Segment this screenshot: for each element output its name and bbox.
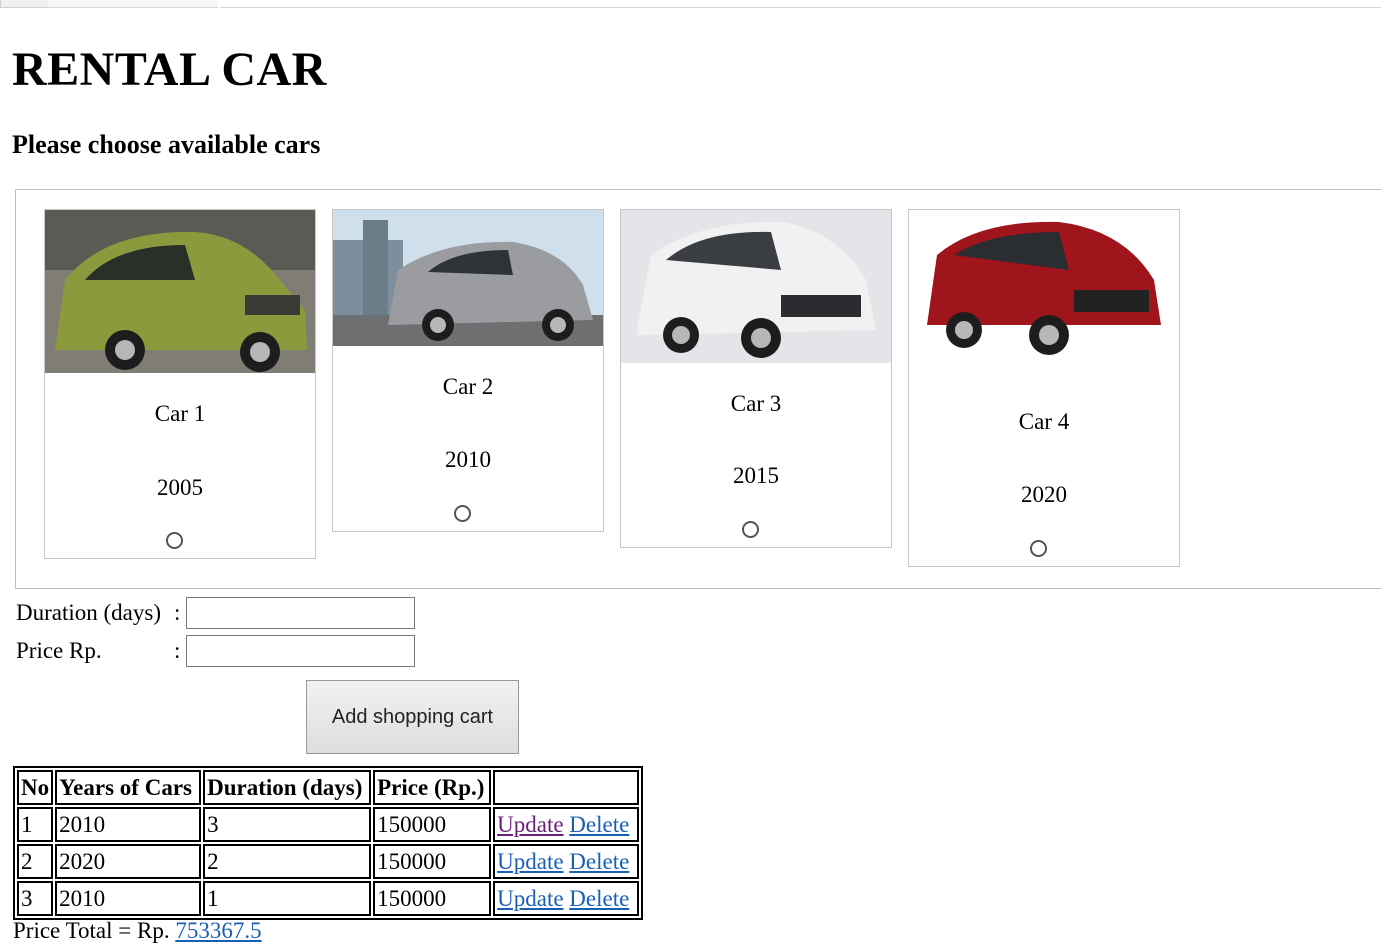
cell-duration: 1 — [203, 881, 372, 916]
cell-price: 150000 — [373, 844, 492, 879]
car-4-year: 2020 — [1021, 482, 1067, 507]
car-2-photo — [333, 210, 603, 346]
car-1-name: Car 1 — [154, 401, 206, 426]
car-card-3[interactable]: Car 3 2015 — [620, 209, 892, 548]
car-3-name: Car 3 — [730, 391, 782, 416]
car-4-name: Car 4 — [1018, 409, 1070, 434]
browser-tab[interactable] — [0, 0, 50, 8]
duration-label: Duration (days) — [16, 600, 161, 625]
car-1-photo — [45, 210, 315, 373]
cell-duration: 3 — [203, 807, 372, 842]
table-header-row: No Years of Cars Duration (days) Price (… — [17, 770, 640, 805]
car-4-radio[interactable] — [1030, 540, 1047, 557]
duration-colon: : — [174, 600, 181, 625]
cell-actions: Update Delete — [493, 881, 640, 916]
table-row: 1 2010 3 150000 Update Delete — [17, 807, 640, 842]
update-link[interactable]: Update — [497, 886, 563, 911]
price-label: Price Rp. — [16, 638, 102, 663]
browser-tab-strip — [0, 0, 1381, 10]
duration-input[interactable] — [186, 597, 415, 629]
column-header-year: Years of Cars — [55, 770, 202, 805]
cell-year: 2010 — [55, 807, 202, 842]
cart-table: No Years of Cars Duration (days) Price (… — [13, 766, 644, 920]
car-3-year: 2015 — [733, 463, 779, 488]
column-header-price: Price (Rp.) — [373, 770, 492, 805]
table-row: 2 2020 2 150000 Update Delete — [17, 844, 640, 879]
car-card-1[interactable]: Car 1 2005 — [44, 209, 316, 559]
delete-link[interactable]: Delete — [569, 849, 629, 874]
car-3-photo — [621, 210, 891, 363]
tab-strip-divider — [220, 0, 1381, 8]
price-input[interactable] — [186, 635, 415, 667]
car-4-photo — [909, 210, 1179, 380]
car-card-4[interactable]: Car 4 2020 — [908, 209, 1180, 567]
cell-year: 2020 — [55, 844, 202, 879]
cell-duration: 2 — [203, 844, 372, 879]
car-2-year: 2010 — [445, 447, 491, 472]
car-1-year: 2005 — [157, 475, 203, 500]
cell-year: 2010 — [55, 881, 202, 916]
cell-actions: Update Delete — [493, 844, 640, 879]
car-2-radio[interactable] — [454, 505, 471, 522]
page-title: RENTAL CAR — [12, 43, 327, 96]
delete-link[interactable]: Delete — [569, 886, 629, 911]
cell-no: 2 — [17, 844, 54, 879]
page-subtitle: Please choose available cars — [12, 130, 321, 159]
update-link[interactable]: Update — [497, 849, 563, 874]
car-1-radio[interactable] — [166, 532, 183, 549]
delete-link[interactable]: Delete — [569, 812, 629, 837]
cell-price: 150000 — [373, 881, 492, 916]
car-2-name: Car 2 — [442, 374, 494, 399]
cell-no: 3 — [17, 881, 54, 916]
cell-no: 1 — [17, 807, 54, 842]
column-header-duration: Duration (days) — [203, 770, 372, 805]
price-colon: : — [174, 638, 181, 663]
cell-actions: Update Delete — [493, 807, 640, 842]
cell-price: 150000 — [373, 807, 492, 842]
car-card-2[interactable]: Car 2 2010 — [332, 209, 604, 532]
price-total-label: Price Total = Rp. — [13, 918, 170, 943]
price-total: Price Total = Rp. 753367.5 — [13, 918, 262, 944]
browser-tab[interactable] — [48, 0, 218, 8]
price-total-link[interactable]: 753367.5 — [175, 918, 261, 943]
column-header-actions — [493, 770, 640, 805]
column-header-no: No — [17, 770, 54, 805]
table-row: 3 2010 1 150000 Update Delete — [17, 881, 640, 916]
add-shopping-cart-button[interactable]: Add shopping cart — [306, 680, 519, 754]
car-3-radio[interactable] — [742, 521, 759, 538]
update-link[interactable]: Update — [497, 812, 563, 837]
